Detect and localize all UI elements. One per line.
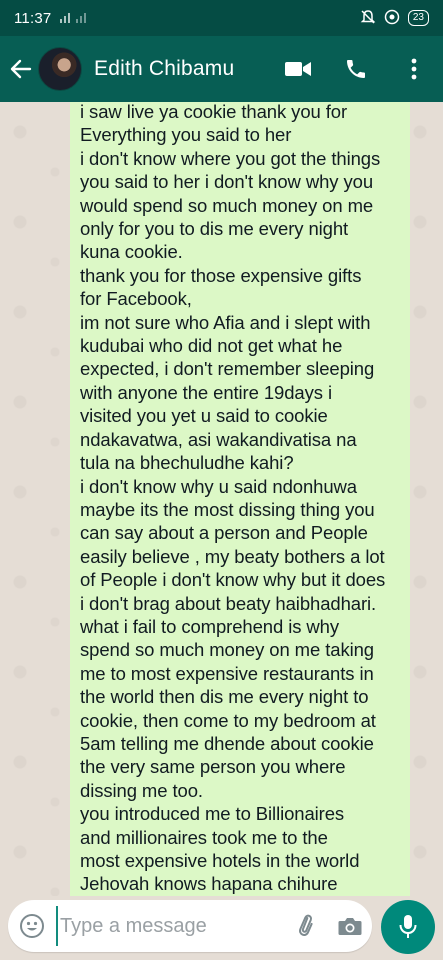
signal-icon — [59, 10, 93, 27]
message-bubble[interactable]: i saw live ya cookie thank you for Everyt… — [70, 102, 410, 896]
message-line: me to most expensive restaurants in — [80, 662, 374, 684]
message-line: you said to her i don't know why you — [80, 171, 374, 193]
message-line: i don't know why u said ndonhuwa — [80, 475, 357, 497]
message-line: only for you to dis me every night — [80, 218, 349, 240]
message-line: maybe its the most dissing thing you — [80, 498, 375, 520]
message-line: the very same person you where — [80, 756, 346, 778]
voice-call-icon[interactable] — [327, 36, 385, 102]
message-line: thank you for those expensive gifts — [80, 264, 362, 286]
message-line: visited you yet u said to cookie — [80, 405, 328, 427]
message-line: you introduced me to Billionaires — [80, 803, 345, 825]
message-line: for Facebook, — [80, 288, 192, 310]
message-line: easily believe , my beaty bothers a lot — [80, 545, 385, 567]
contact-name[interactable]: Edith Chibamu — [94, 57, 234, 81]
battery-icon: 23 — [407, 10, 429, 26]
message-line: expected, i don't remember sleeping — [80, 358, 375, 380]
message-text: i saw live ya cookie thank you for Everyt… — [80, 102, 400, 896]
chat-area[interactable]: i saw live ya cookie thank you for Everyt… — [0, 102, 443, 896]
avatar[interactable] — [38, 47, 82, 91]
message-line: and millionaires took me to the — [80, 826, 328, 848]
message-line: kuna cookie. — [80, 241, 183, 263]
message-line: Everything you said to her — [80, 124, 292, 146]
message-line: can say about a person and People — [80, 522, 368, 544]
back-arrow-icon[interactable] — [4, 36, 38, 102]
message-line: i saw live ya cookie thank you for — [80, 102, 348, 122]
message-line: ndakavatwa, asi wakandivatisa na — [80, 428, 357, 450]
message-line: the world then dis me every night to — [80, 686, 369, 708]
message-line: 5am telling me dhende about cookie — [80, 732, 374, 754]
message-line: dissing me too. — [80, 779, 203, 801]
attach-icon[interactable] — [284, 900, 328, 952]
video-call-icon[interactable] — [269, 36, 327, 102]
emoji-icon[interactable] — [8, 900, 56, 952]
message-line: would spend so much money on me — [80, 194, 374, 216]
mic-icon[interactable] — [381, 900, 435, 954]
message-input-bar — [8, 900, 372, 952]
more-options-icon[interactable] — [385, 36, 443, 102]
status-bar: 11:37 23 — [0, 0, 443, 36]
message-line: spend so much money on me taking — [80, 639, 374, 661]
status-time: 11:37 — [14, 9, 52, 27]
message-line: what i fail to comprehend is why — [80, 615, 340, 637]
message-line: i don't know where you got the things — [80, 147, 381, 169]
message-line: cookie, then come to my bedroom at — [80, 709, 376, 731]
chat-header: Edith Chibamu — [0, 36, 443, 102]
message-line: of People i don't know why but it does — [80, 569, 386, 591]
message-line: with anyone the entire 19days i — [80, 381, 332, 403]
message-line: i don't brag about beaty haibhadhari. — [80, 592, 377, 614]
message-line: im not sure who Afia and i slept with — [80, 311, 371, 333]
message-line: tula na bhechuludhe kahi? — [80, 452, 294, 474]
message-line: kudubai who did not get what he — [80, 335, 343, 357]
message-line: Jehovah knows hapana chihure — [80, 873, 338, 895]
composer — [0, 896, 443, 960]
mute-alarm-icon — [360, 9, 376, 28]
camera-icon[interactable] — [328, 900, 372, 952]
message-line: most expensive hotels in the world — [80, 850, 360, 871]
message-input[interactable] — [56, 906, 256, 946]
at-sign-icon — [384, 9, 400, 28]
